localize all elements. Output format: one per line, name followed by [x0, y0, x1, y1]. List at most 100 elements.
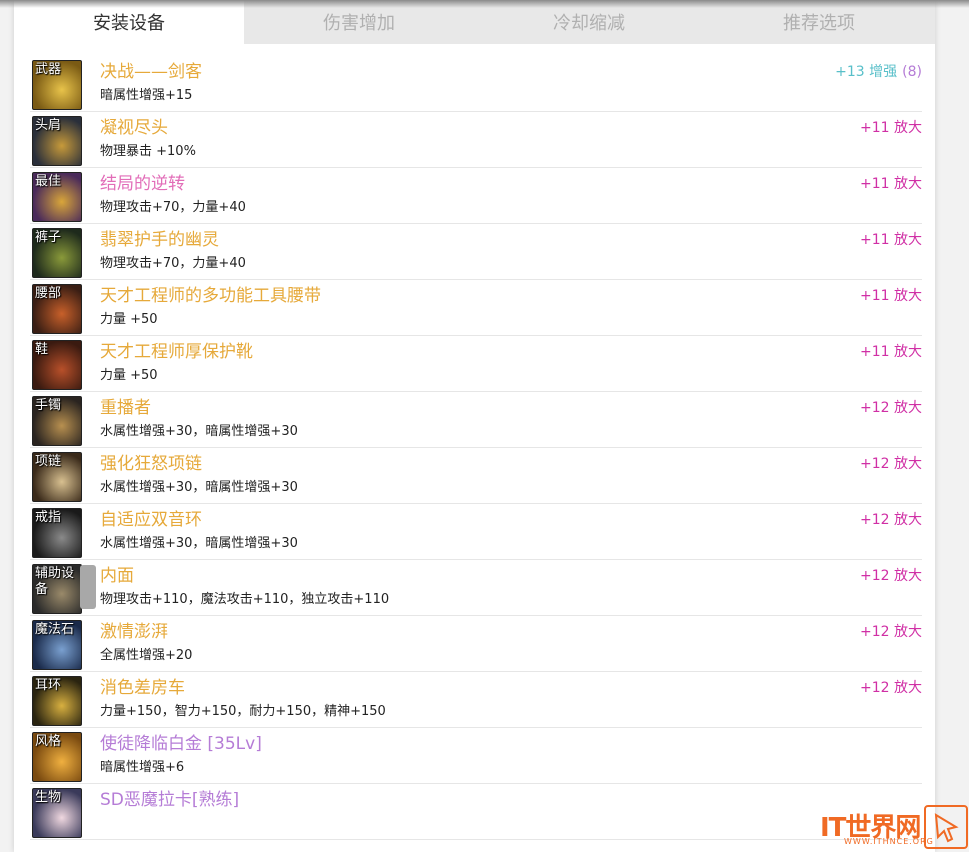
item-name[interactable]: 决战——剑客 [100, 60, 202, 84]
item-stat: 暗属性增强+15 [100, 88, 193, 103]
upgrade-level: +12 放大 [860, 400, 922, 416]
slot-label: 武器 [35, 62, 62, 77]
upgrade-level: +11 放大 [860, 344, 922, 360]
equipment-row[interactable]: 最佳 结局的逆转物理攻击+70，力量+40 +11 放大 [30, 168, 922, 224]
item-name[interactable]: 内面 [100, 564, 134, 588]
watermark-subtitle: WWW.ITHNCE.ORG [844, 837, 934, 846]
equipment-row[interactable]: 头肩 凝视尽头物理暴击 +10% +11 放大 [30, 112, 922, 168]
upgrade-level: +12 放大 [860, 512, 922, 528]
item-stat: 水属性增强+30，暗属性增强+30 [100, 480, 298, 495]
item-name[interactable]: 激情澎湃 [100, 620, 168, 644]
item-stat: 物理暴击 +10% [100, 144, 196, 159]
upgrade-label: +12 放大 [860, 398, 922, 418]
slot-label: 最佳 [35, 174, 62, 189]
cursor-icon [924, 805, 968, 849]
slot-label: 项链 [35, 454, 62, 469]
equipment-icon[interactable]: 项链 [32, 452, 82, 502]
equipment-row[interactable]: 武器 决战——剑客暗属性增强+15 +13 增强 (8) [30, 56, 922, 112]
upgrade-label: +13 增强 (8) [835, 62, 922, 82]
slot-label: 风格 [35, 734, 62, 749]
upgrade-label: +11 放大 [860, 230, 922, 250]
equipment-row[interactable]: 腰部 天才工程师的多功能工具腰带力量 +50 +11 放大 [30, 280, 922, 336]
equipment-icon[interactable]: 武器 [32, 60, 82, 110]
equipment-icon[interactable]: 头肩 [32, 116, 82, 166]
slot-label: 辅助设备 [35, 566, 75, 597]
equipment-row[interactable]: 鞋 天才工程师厚保护靴力量 +50 +11 放大 [30, 336, 922, 392]
upgrade-level: +12 放大 [860, 624, 922, 640]
item-stat: 力量+150，智力+150，耐力+150，精神+150 [100, 704, 386, 719]
slot-label: 耳环 [35, 678, 62, 693]
slot-label: 手镯 [35, 398, 62, 413]
equipment-icon[interactable]: 风格 [32, 732, 82, 782]
upgrade-label: +11 放大 [860, 286, 922, 306]
slot-label: 裤子 [35, 230, 62, 245]
top-shadow [0, 0, 969, 8]
upgrade-label: +12 放大 [860, 622, 922, 642]
item-stat: 暗属性增强+6 [100, 760, 185, 775]
hover-tooltip [80, 565, 96, 609]
equipment-row[interactable]: 戒指 自适应双音环水属性增强+30，暗属性增强+30 +12 放大 [30, 504, 922, 560]
equipment-icon[interactable]: 裤子 [32, 228, 82, 278]
equipment-row[interactable]: 手镯 重播者水属性增强+30，暗属性增强+30 +12 放大 [30, 392, 922, 448]
upgrade-level: +12 放大 [860, 456, 922, 472]
equipment-icon[interactable]: 最佳 [32, 172, 82, 222]
slot-label: 生物 [35, 790, 62, 805]
equipment-panel: 安装设备 伤害增加 冷却缩减 推荐选项 武器 决战——剑客 暗属性增强+15 +13 … [14, 0, 935, 852]
upgrade-label: +11 放大 [860, 118, 922, 138]
equipment-icon[interactable]: 腰部 [32, 284, 82, 334]
upgrade-level: +12 放大 [860, 680, 922, 696]
item-name[interactable]: 结局的逆转 [100, 172, 185, 196]
item-name[interactable]: 翡翠护手的幽灵 [100, 228, 219, 252]
upgrade-level: +11 放大 [860, 232, 922, 248]
upgrade-label: +12 放大 [860, 566, 922, 586]
upgrade-count: (8) [902, 64, 922, 80]
upgrade-label: +12 放大 [860, 678, 922, 698]
equipment-row[interactable]: 耳环 消色差房车力量+150，智力+150，耐力+150，精神+150 +12 放大 [30, 672, 922, 728]
item-name[interactable]: 使徒降临白金 [35Lv] [100, 732, 262, 756]
item-stat: 物理攻击+70，力量+40 [100, 256, 246, 271]
equipment-icon[interactable]: 辅助设备 [32, 564, 82, 614]
upgrade-label: +11 放大 [860, 342, 922, 362]
equipment-icon[interactable]: 生物 [32, 788, 82, 838]
item-name[interactable]: 天才工程师厚保护靴 [100, 340, 253, 364]
equipment-row[interactable]: 生物 SD恶魔拉卡[熟练] [30, 784, 922, 840]
item-name[interactable]: 天才工程师的多功能工具腰带 [100, 284, 321, 308]
upgrade-label: +11 放大 [860, 174, 922, 194]
equipment-icon[interactable]: 手镯 [32, 396, 82, 446]
item-name[interactable]: 消色差房车 [100, 676, 185, 700]
item-stat: 水属性增强+30，暗属性增强+30 [100, 536, 298, 551]
slot-label: 腰部 [35, 286, 62, 301]
equipment-icon[interactable]: 耳环 [32, 676, 82, 726]
item-stat: 力量 +50 [100, 312, 158, 327]
equipment-icon[interactable]: 鞋 [32, 340, 82, 390]
equipment-row[interactable]: 项链 强化狂怒项链水属性增强+30，暗属性增强+30 +12 放大 [30, 448, 922, 504]
slot-label: 头肩 [35, 118, 62, 133]
slot-label: 鞋 [35, 342, 49, 357]
item-stat: 物理攻击+110，魔法攻击+110，独立攻击+110 [100, 592, 390, 607]
equipment-icon[interactable]: 魔法石 [32, 620, 82, 670]
item-name[interactable]: 凝视尽头 [100, 116, 168, 140]
item-name[interactable]: 自适应双音环 [100, 508, 202, 532]
upgrade-label: +12 放大 [860, 454, 922, 474]
item-stat: 全属性增强+20 [100, 648, 193, 663]
equipment-icon[interactable]: 戒指 [32, 508, 82, 558]
upgrade-level: +11 放大 [860, 288, 922, 304]
upgrade-level: +11 放大 [860, 120, 922, 136]
item-stat: 水属性增强+30，暗属性增强+30 [100, 424, 298, 439]
item-name[interactable]: 重播者 [100, 396, 151, 420]
slot-label: 魔法石 [35, 622, 75, 637]
equipment-list: 武器 决战——剑客暗属性增强+15 +13 增强 (8) 头肩 凝视尽头物理暴击 +10%… [30, 56, 922, 840]
upgrade-level: +11 放大 [860, 176, 922, 192]
item-stat: 力量 +50 [100, 368, 158, 383]
slot-label: 戒指 [35, 510, 62, 525]
watermark-logo: IT世界网 WWW.ITHNCE.ORG [820, 805, 968, 849]
equipment-row[interactable]: 裤子 翡翠护手的幽灵物理攻击+70，力量+40 +11 放大 [30, 224, 922, 280]
item-name[interactable]: 强化狂怒项链 [100, 452, 202, 476]
upgrade-level: +13 增强 [835, 64, 898, 80]
equipment-row[interactable]: 风格 使徒降临白金 [35Lv] 暗属性增强+6 [30, 728, 922, 784]
equipment-row[interactable]: 辅助设备 内面物理攻击+110，魔法攻击+110，独立攻击+110 +12 放大 [30, 560, 922, 616]
upgrade-level: +12 放大 [860, 568, 922, 584]
item-stat: 物理攻击+70，力量+40 [100, 200, 246, 215]
equipment-row[interactable]: 魔法石 激情澎湃全属性增强+20 +12 放大 [30, 616, 922, 672]
item-name[interactable]: SD恶魔拉卡[熟练] [100, 788, 239, 812]
